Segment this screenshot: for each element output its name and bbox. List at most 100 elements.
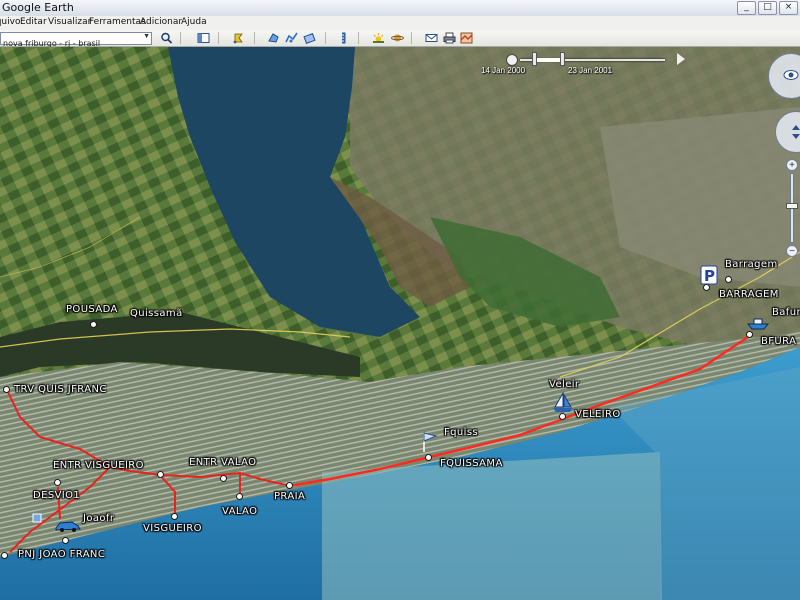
ruler-icon xyxy=(342,32,346,43)
menu-adicionar[interactable]: Adicionar xyxy=(140,17,182,27)
placemark-praia[interactable] xyxy=(286,482,293,489)
placemark-icon xyxy=(233,33,243,43)
google-earth-window: Google Earth _ □ × Arquivo Editar Visual… xyxy=(0,0,800,600)
email-icon xyxy=(425,33,438,42)
search-button[interactable] xyxy=(159,31,174,44)
placemark-veleiro[interactable] xyxy=(559,413,566,420)
polygon-icon xyxy=(268,32,279,43)
zoom-out-button[interactable]: − xyxy=(786,245,798,257)
label-pnj-joao-franc: PNJ JOAO FRANC xyxy=(18,549,106,560)
print-icon xyxy=(443,32,456,43)
add-path-button[interactable] xyxy=(284,31,299,44)
play-icon[interactable] xyxy=(677,53,685,65)
add-placemark-button[interactable] xyxy=(231,31,246,44)
placemark-barragem-small[interactable] xyxy=(725,276,732,283)
placemark-pnj-joao-franc[interactable] xyxy=(1,552,8,559)
label-veleir: Veleir xyxy=(549,379,580,390)
toolbar-separator xyxy=(180,32,181,44)
placemark-barragem[interactable] xyxy=(703,284,710,291)
toolbar-separator xyxy=(218,32,219,44)
planet-icon xyxy=(391,34,404,41)
satellite-imagery xyxy=(0,47,800,600)
print-button[interactable] xyxy=(442,31,457,44)
maximize-button[interactable]: □ xyxy=(758,1,777,15)
title-bar: Google Earth _ □ × xyxy=(0,0,800,17)
placemark-desvio1[interactable] xyxy=(54,479,61,486)
placemark-trv-quis-jfranc[interactable] xyxy=(3,386,10,393)
toolbar-separator xyxy=(358,32,359,44)
overlay-icon xyxy=(303,32,316,44)
label-bafura: Bafura xyxy=(772,307,800,318)
time-end-label: 23 Jan 2001 xyxy=(568,66,613,75)
label-entr-valao: ENTR VALAO xyxy=(189,457,257,468)
clock-icon[interactable] xyxy=(506,54,518,66)
search-box[interactable]: ▼ xyxy=(0,32,152,49)
menu-visualizar[interactable]: Visualizar xyxy=(48,17,91,27)
email-button[interactable] xyxy=(424,31,439,44)
sunlight-button[interactable] xyxy=(371,31,386,44)
map-view[interactable]: POUSADA Quissamã TRV QUIS JFRANC ENTR VI… xyxy=(0,47,800,600)
chevron-down-icon[interactable]: ▼ xyxy=(143,33,150,40)
placemark-visgueiro[interactable] xyxy=(171,513,178,520)
placemark-bfura[interactable] xyxy=(746,331,753,338)
label-quissama: Quissamã xyxy=(130,308,183,319)
toolbar-separator xyxy=(325,32,326,44)
label-desvio1: DESVIO1 xyxy=(33,490,81,501)
label-pousada: POUSADA xyxy=(66,304,118,315)
label-visgueiro: VISGUEIRO xyxy=(143,523,202,534)
add-overlay-button[interactable] xyxy=(302,31,317,44)
toolbar-separator xyxy=(411,32,412,44)
toolbar: ▼ xyxy=(0,30,800,49)
sidebar-toggle-button[interactable] xyxy=(196,31,211,44)
switch-planet-button[interactable] xyxy=(390,31,405,44)
add-polygon-button[interactable] xyxy=(266,31,281,44)
zoom-thumb[interactable] xyxy=(786,203,798,209)
view-in-maps-button[interactable] xyxy=(459,31,474,44)
square-marker-icon[interactable] xyxy=(32,513,42,523)
label-fquiss: Fquiss xyxy=(444,427,479,438)
time-start-label: 14 Jan 2000 xyxy=(481,66,526,75)
menu-ferramentas[interactable]: Ferramentas xyxy=(89,17,146,27)
placemark-valao[interactable] xyxy=(236,493,243,500)
label-entr-visgueiro: ENTR VISGUEIRO xyxy=(53,460,144,471)
window-controls: _ □ × xyxy=(737,1,798,15)
boat-icon[interactable] xyxy=(746,315,770,331)
maps-icon xyxy=(460,32,473,43)
placemark-entr-valao[interactable] xyxy=(220,475,227,482)
path-icon xyxy=(285,32,298,42)
window-title: Google Earth xyxy=(2,1,74,14)
time-start-handle[interactable] xyxy=(532,52,537,66)
placemark-pousada[interactable] xyxy=(90,321,97,328)
label-praia: PRAIA xyxy=(274,491,306,502)
zoom-slider[interactable]: + − xyxy=(786,159,798,259)
label-joaofr: Joaofr xyxy=(83,513,115,524)
label-valao: VALAO xyxy=(222,506,258,517)
label-trv-quis-jfranc: TRV QUIS JFRANC xyxy=(14,384,107,395)
sailboat-icon[interactable] xyxy=(551,391,575,413)
menu-arquivo[interactable]: Arquivo xyxy=(0,17,20,27)
time-end-handle[interactable] xyxy=(560,52,565,66)
menu-ajuda[interactable]: Ajuda xyxy=(181,17,207,27)
time-slider[interactable]: 14 Jan 2000 23 Jan 2001 xyxy=(481,49,700,77)
move-arrows-icon xyxy=(792,125,800,139)
toolbar-separator xyxy=(254,32,255,44)
search-icon xyxy=(161,32,173,44)
parking-icon[interactable]: P xyxy=(700,265,718,285)
time-range-bar xyxy=(537,58,560,62)
label-barragem-small: Barragem xyxy=(725,259,778,270)
flag-icon[interactable] xyxy=(420,431,438,453)
placemark-fquissama[interactable] xyxy=(425,454,432,461)
sun-icon xyxy=(373,32,384,43)
close-button[interactable]: × xyxy=(779,1,798,15)
menu-editar[interactable]: Editar xyxy=(20,17,47,27)
minimize-button[interactable]: _ xyxy=(737,1,756,15)
car-icon[interactable] xyxy=(54,517,82,533)
sidebar-toggle-icon xyxy=(197,32,210,43)
eye-icon xyxy=(783,70,799,80)
label-veleiro: VELEIRO xyxy=(575,409,621,420)
zoom-in-button[interactable]: + xyxy=(786,159,798,171)
ruler-button[interactable] xyxy=(336,31,351,44)
placemark-joaofr[interactable] xyxy=(62,537,69,544)
placemark-entr-visgueiro[interactable] xyxy=(157,471,164,478)
svg-text:P: P xyxy=(704,267,715,285)
